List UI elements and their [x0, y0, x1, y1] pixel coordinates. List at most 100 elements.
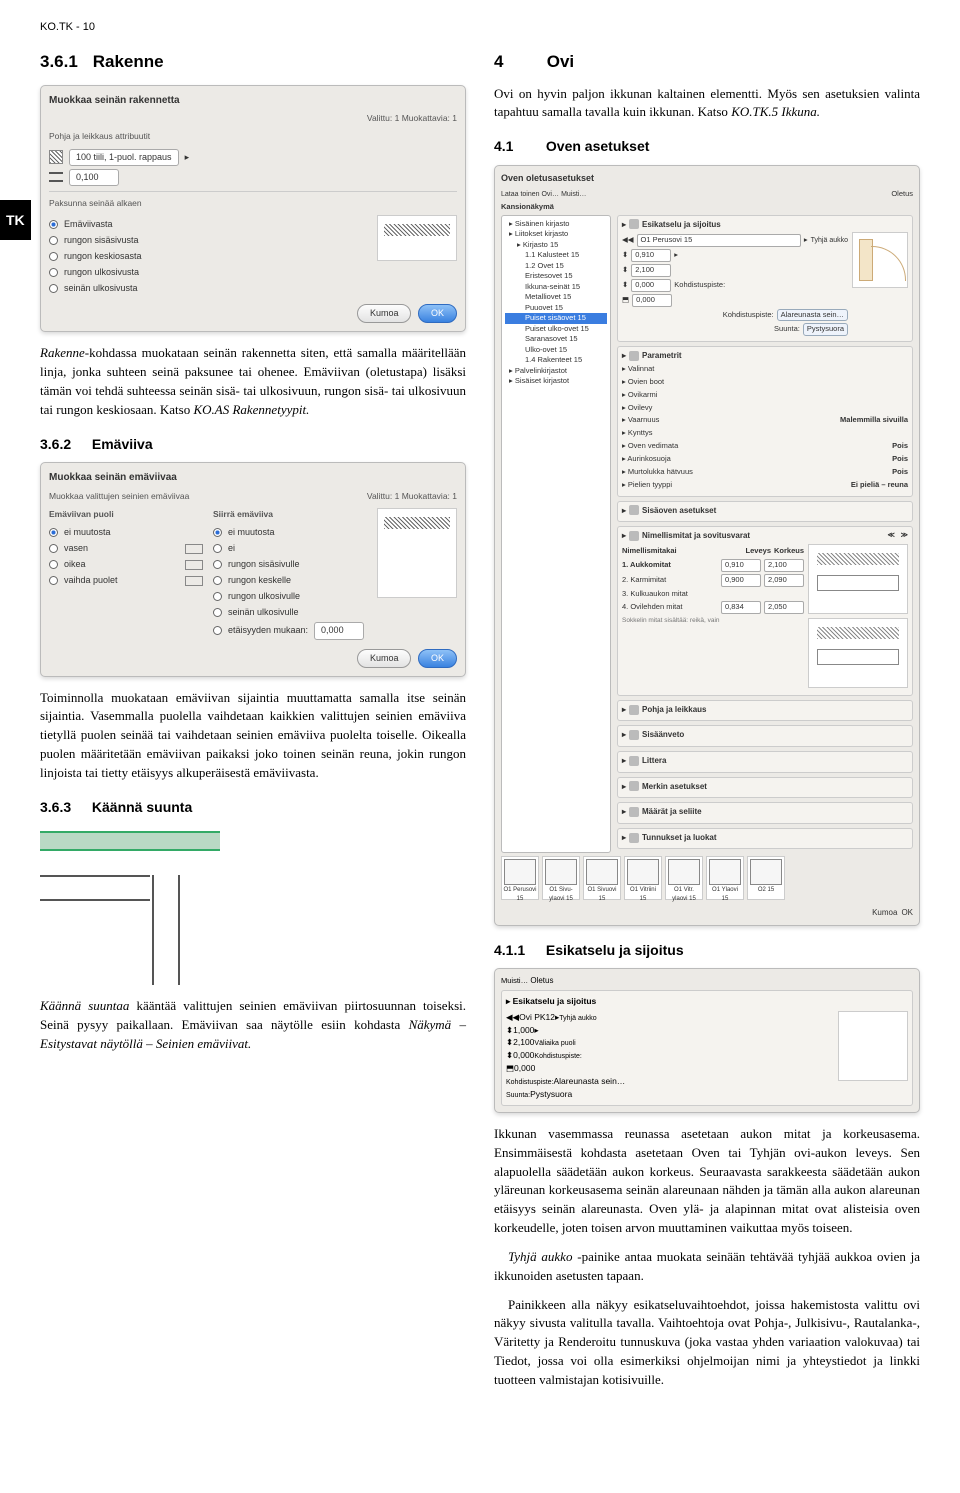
radio-option[interactable]: vaihda puolet	[49, 574, 203, 587]
param-row[interactable]: ▸ Oven vedimataPois	[622, 441, 908, 452]
anchor-dropdown[interactable]: Alareunasta sein…	[777, 309, 848, 322]
tree-item[interactable]: 1.1 Kalusteet 15	[505, 250, 607, 261]
param-row[interactable]: ▸ Murtolukka hätvuusPois	[622, 467, 908, 478]
value-field[interactable]: 0,000	[513, 1050, 534, 1060]
ok-button[interactable]: OK	[418, 304, 457, 323]
tree-item[interactable]: ▸ Liitokset kirjasto	[505, 229, 607, 240]
tree-item[interactable]: ▸ Sisäiset kirjastot	[505, 376, 607, 387]
memory-button[interactable]: Muisti…	[561, 191, 586, 198]
cancel-button[interactable]: Kumoa	[357, 649, 412, 668]
value-field[interactable]: 0,000	[514, 1063, 535, 1073]
param-row[interactable]: ▸ AurinkosuojaPois	[622, 454, 908, 465]
tree-item[interactable]: Puuovet 15	[505, 303, 607, 314]
tree-item[interactable]: Eristesovet 15	[505, 271, 607, 282]
cancel-button[interactable]: Kumoa	[872, 907, 897, 919]
tree-item[interactable]: Puiset ulko-ovet 15	[505, 324, 607, 335]
radio-option[interactable]: oikea	[49, 558, 203, 571]
collapsed-panel[interactable]: ▸Littera	[617, 751, 913, 773]
heading-3-6-1: 3.6.1 Rakenne	[40, 50, 466, 75]
tree-item[interactable]: ▸ Kirjasto 15	[505, 240, 607, 251]
radio-option[interactable]: seinän ulkosivusta	[49, 282, 367, 295]
column-header: Emäviivan puoli	[49, 508, 203, 520]
radio-option[interactable]: etäisyyden mukaan:0,000	[213, 622, 367, 639]
door-select[interactable]: O1 Perusovi 15	[637, 234, 801, 247]
radio-icon	[49, 252, 58, 261]
thickness-field[interactable]: 0,100	[69, 169, 119, 186]
param-row[interactable]: ▸ Ovilevy	[622, 403, 908, 414]
column-header: Siirrä emäviiva	[213, 508, 367, 520]
value-field[interactable]: 2,100	[631, 264, 671, 277]
collapsed-panel[interactable]: ▸Pohja ja leikkaus	[617, 700, 913, 722]
load-button[interactable]: Lataa toinen Ovi…	[501, 191, 559, 198]
radio-option[interactable]: seinän ulkosivulle	[213, 606, 367, 619]
cancel-button[interactable]: Kumoa	[357, 304, 412, 323]
arrow-icon[interactable]: ▸	[185, 151, 190, 164]
tree-item[interactable]: ▸ Sisäinen kirjasto	[505, 219, 607, 230]
radio-option[interactable]: rungon keskiosasta	[49, 250, 367, 263]
radio-option[interactable]: rungon keskelle	[213, 574, 367, 587]
collapsed-panel[interactable]: ▸Määrät ja seliite	[617, 802, 913, 824]
empty-opening-button[interactable]: Tyhjä aukko	[811, 236, 848, 246]
width-icon: ⬍	[622, 250, 628, 261]
value-field[interactable]: 1,000	[513, 1025, 534, 1035]
tree-item[interactable]: 1.2 Ovet 15	[505, 261, 607, 272]
radio-option[interactable]: Emäviivasta	[49, 218, 367, 231]
collapsed-panel[interactable]: ▸Tunnukset ja luokat	[617, 828, 913, 850]
value-field[interactable]: 0,000	[631, 279, 671, 292]
value-field[interactable]: 0,910	[631, 249, 671, 262]
door-thumbnail[interactable]: O1 Perusovi 15	[501, 856, 539, 900]
swap-icon	[185, 576, 203, 586]
radio-option[interactable]: ei	[213, 542, 367, 555]
heading-3-6-3: 3.6.3 Käännä suunta	[40, 797, 466, 817]
door-thumbnail[interactable]: O1 Sivuovi 15	[583, 856, 621, 900]
door-thumbnail[interactable]: O1 Sivu-ylaovi 15	[542, 856, 580, 900]
tree-item[interactable]: Saranasovet 15	[505, 334, 607, 345]
ok-button[interactable]: OK	[901, 907, 913, 919]
param-row[interactable]: ▸ Kynttys	[622, 428, 908, 439]
radio-option[interactable]: rungon sisäsivusta	[49, 234, 367, 247]
radio-option[interactable]: rungon sisäsivulle	[213, 558, 367, 571]
body-text: Rakenne-kohdassa muokataan seinän rakenn…	[40, 344, 466, 419]
structure-field[interactable]: 100 tiili, 1-puol. rappaus	[69, 149, 179, 166]
direction-dropdown[interactable]: Pystysuora	[803, 323, 848, 336]
value-field[interactable]: 2,100	[513, 1037, 534, 1047]
panel-title: Parametrit	[642, 350, 682, 362]
empty-opening-button[interactable]: Tyhjä aukko	[559, 1015, 596, 1022]
tree-item[interactable]: Ikkuna-seinät 15	[505, 282, 607, 293]
value-field[interactable]: 0,000	[632, 294, 672, 307]
door-thumbnail[interactable]: O1 Vitr. ylaovi 15	[665, 856, 703, 900]
tree-item[interactable]: ▸ Palvelinkirjastot	[505, 366, 607, 377]
radio-option[interactable]: rungon ulkosivusta	[49, 266, 367, 279]
section-preview	[808, 544, 908, 692]
param-row[interactable]: ▸ Valinnat	[622, 364, 908, 375]
distance-field[interactable]: 0,000	[314, 622, 364, 639]
anchor-dropdown[interactable]: Alareunasta sein…	[553, 1076, 625, 1086]
panel-title: Nimellismitat ja sovitusvarat	[642, 530, 750, 542]
door-thumbnail[interactable]: O1 Ylaovi 15	[706, 856, 744, 900]
memory-button[interactable]: Muisti…	[501, 976, 528, 985]
radio-option[interactable]: ei muutosta	[49, 526, 203, 539]
radio-option[interactable]: ei muutosta	[213, 526, 367, 539]
tree-item[interactable]: 1.4 Rakenteet 15	[505, 355, 607, 366]
radio-icon	[49, 544, 58, 553]
tree-item[interactable]: Puiset sisäovet 15	[505, 313, 607, 324]
thickness-icon	[49, 172, 63, 182]
param-row[interactable]: ▸ Ovien boot	[622, 377, 908, 388]
radio-icon	[213, 592, 222, 601]
param-row[interactable]: ▸ Ovikarmi	[622, 390, 908, 401]
ok-button[interactable]: OK	[418, 649, 457, 668]
door-thumbnail[interactable]: O1 Vitriini 15	[624, 856, 662, 900]
param-row[interactable]: ▸ VaarnuusMalemmilla sivuilla	[622, 415, 908, 426]
offset-icon: ⬒	[622, 295, 629, 306]
param-row[interactable]: ▸ Pielien tyyppiEi pieliä – reuna	[622, 480, 908, 491]
radio-option[interactable]: vasen	[49, 542, 203, 555]
library-tree[interactable]: ▸ Sisäinen kirjasto▸ Liitokset kirjasto▸…	[501, 215, 611, 854]
radio-option[interactable]: rungon ulkosivulle	[213, 590, 367, 603]
door-thumbnail[interactable]: O2 15	[747, 856, 785, 900]
collapsed-panel[interactable]: ▸Merkin asetukset	[617, 777, 913, 799]
door-select[interactable]: Ovi PK12	[519, 1012, 555, 1022]
tree-item[interactable]: Ulko-ovet 15	[505, 345, 607, 356]
tree-item[interactable]: Metalliovet 15	[505, 292, 607, 303]
collapsed-panel[interactable]: ▸Sisäänveto	[617, 725, 913, 747]
direction-dropdown[interactable]: Pystysuora	[530, 1089, 572, 1099]
